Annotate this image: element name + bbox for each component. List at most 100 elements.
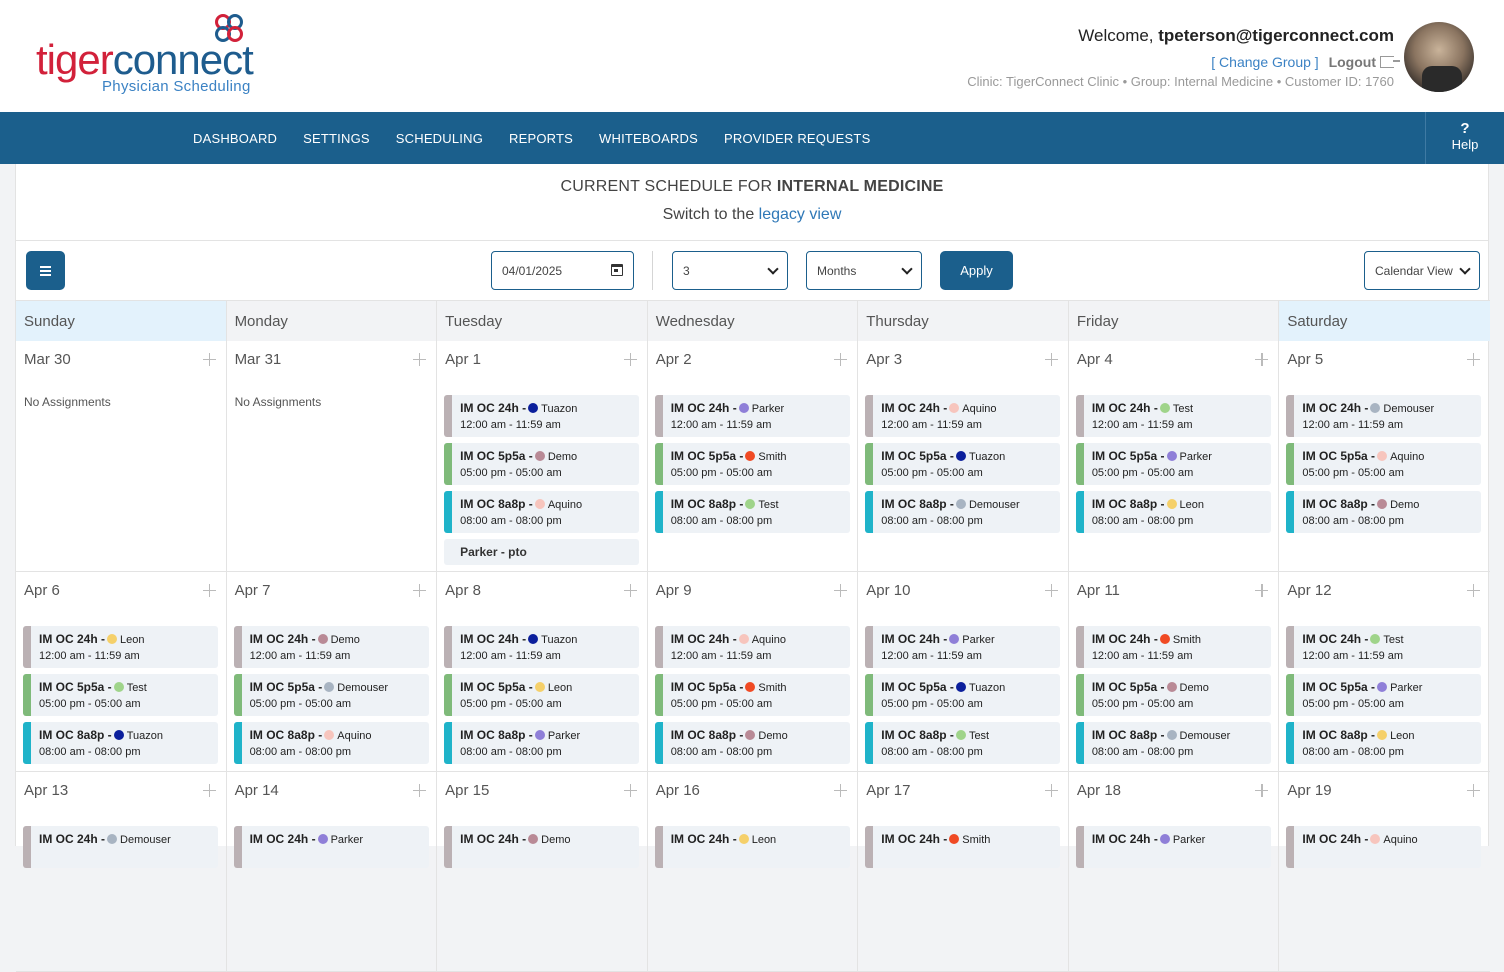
add-assignment-icon[interactable] (834, 353, 848, 366)
shift-assignment[interactable]: IM OC 5p5a - Leon 05:00 pm - 05:00 am (444, 674, 640, 716)
apply-button[interactable]: Apply (940, 251, 1013, 290)
calendar-day[interactable]: Apr 3 IM OC 24h - Aquino 12:00 am - 11:59 a… (858, 341, 1069, 571)
shift-assignment[interactable]: IM OC 5p5a - Demouser 05:00 pm - 05:00 am (233, 674, 429, 716)
shift-assignment[interactable]: IM OC 24h - Demouser 12:00 am - 11:59 am (1286, 395, 1482, 437)
calendar-day[interactable]: Apr 2 IM OC 24h - Parker 12:00 am - 11:59 a… (648, 341, 859, 571)
shift-assignment[interactable]: IM OC 24h - Tuazon 12:00 am - 11:59 am (444, 395, 640, 437)
pto-entry[interactable]: Parker - pto (444, 539, 640, 565)
shift-assignment[interactable]: IM OC 8a8p - Test 08:00 am - 08:00 pm (865, 722, 1061, 764)
shift-assignment[interactable]: IM OC 24h - Parker 12:00 am - 11:59 am (654, 395, 850, 437)
calendar-day[interactable]: Apr 16 IM OC 24h - Leon (648, 772, 859, 971)
shift-assignment[interactable]: IM OC 5p5a - Smith 05:00 pm - 05:00 am (654, 443, 850, 485)
calendar-icon[interactable] (611, 264, 623, 276)
shift-assignment[interactable]: IM OC 8a8p - Test 08:00 am - 08:00 pm (654, 491, 850, 533)
calendar-day[interactable]: Apr 1 IM OC 24h - Tuazon 12:00 am - 11:59 a… (437, 341, 648, 571)
shift-assignment[interactable]: IM OC 5p5a - Tuazon 05:00 pm - 05:00 am (865, 674, 1061, 716)
logout-link[interactable]: Logout (1329, 54, 1376, 70)
add-assignment-icon[interactable] (1255, 353, 1269, 366)
nav-settings[interactable]: SETTINGS (290, 131, 383, 146)
start-date-input[interactable]: 04/01/2025 (491, 251, 634, 290)
add-assignment-icon[interactable] (413, 784, 427, 797)
shift-assignment[interactable]: IM OC 24h - Parker 12:00 am - 11:59 am (865, 626, 1061, 668)
add-assignment-icon[interactable] (202, 353, 216, 366)
shift-assignment[interactable]: IM OC 24h - Parker (1075, 826, 1271, 868)
shift-assignment[interactable]: IM OC 24h - Aquino 12:00 am - 11:59 am (654, 626, 850, 668)
calendar-day[interactable]: Apr 18 IM OC 24h - Parker (1069, 772, 1280, 971)
hamburger-menu-button[interactable] (26, 251, 65, 290)
shift-assignment[interactable]: IM OC 24h - Demo (444, 826, 640, 868)
calendar-day[interactable]: Apr 19 IM OC 24h - Aquino (1279, 772, 1490, 971)
shift-assignment[interactable]: IM OC 24h - Leon (654, 826, 850, 868)
shift-assignment[interactable]: IM OC 8a8p - Leon 08:00 am - 08:00 pm (1286, 722, 1482, 764)
calendar-day[interactable]: Apr 15 IM OC 24h - Demo (437, 772, 648, 971)
tigerconnect-logo[interactable]: tigerconnect Physician Scheduling (36, 12, 256, 102)
add-assignment-icon[interactable] (1466, 784, 1480, 797)
shift-assignment[interactable]: IM OC 24h - Parker (233, 826, 429, 868)
shift-assignment[interactable]: IM OC 5p5a - Demo 05:00 pm - 05:00 am (444, 443, 640, 485)
shift-assignment[interactable]: IM OC 8a8p - Demo 08:00 am - 08:00 pm (1286, 491, 1482, 533)
calendar-day[interactable]: Apr 10 IM OC 24h - Parker 12:00 am - 11:59 … (858, 572, 1069, 771)
add-assignment-icon[interactable] (202, 784, 216, 797)
user-avatar[interactable] (1404, 22, 1474, 92)
count-select[interactable]: 3 (672, 251, 788, 290)
calendar-day[interactable]: Apr 8 IM OC 24h - Tuazon 12:00 am - 11:59 a… (437, 572, 648, 771)
shift-assignment[interactable]: IM OC 8a8p - Demouser 08:00 am - 08:00 pm (865, 491, 1061, 533)
calendar-day[interactable]: Apr 4 IM OC 24h - Test 12:00 am - 11:59 am I… (1069, 341, 1280, 571)
nav-reports[interactable]: REPORTS (496, 131, 586, 146)
shift-assignment[interactable]: IM OC 24h - Test 12:00 am - 11:59 am (1286, 626, 1482, 668)
logout-icon[interactable] (1380, 56, 1400, 68)
calendar-day[interactable]: Apr 9 IM OC 24h - Aquino 12:00 am - 11:59 a… (648, 572, 859, 771)
calendar-day[interactable]: Apr 5 IM OC 24h - Demouser 12:00 am - 11:59… (1279, 341, 1490, 571)
shift-assignment[interactable]: IM OC 24h - Leon 12:00 am - 11:59 am (23, 626, 218, 668)
shift-assignment[interactable]: IM OC 8a8p - Leon 08:00 am - 08:00 pm (1075, 491, 1271, 533)
calendar-day[interactable]: Apr 17 IM OC 24h - Smith (858, 772, 1069, 971)
shift-assignment[interactable]: IM OC 24h - Test 12:00 am - 11:59 am (1075, 395, 1271, 437)
add-assignment-icon[interactable] (413, 584, 427, 597)
shift-assignment[interactable]: IM OC 24h - Demo 12:00 am - 11:59 am (233, 626, 429, 668)
shift-assignment[interactable]: IM OC 24h - Aquino (1286, 826, 1482, 868)
add-assignment-icon[interactable] (1466, 584, 1480, 597)
calendar-day[interactable]: Mar 31 No Assignments (227, 341, 438, 571)
shift-assignment[interactable]: IM OC 5p5a - Parker 05:00 pm - 05:00 am (1075, 443, 1271, 485)
add-assignment-icon[interactable] (623, 353, 637, 366)
shift-assignment[interactable]: IM OC 24h - Tuazon 12:00 am - 11:59 am (444, 626, 640, 668)
add-assignment-icon[interactable] (623, 784, 637, 797)
shift-assignment[interactable]: IM OC 8a8p - Demouser 08:00 am - 08:00 pm (1075, 722, 1271, 764)
calendar-day[interactable]: Apr 11 IM OC 24h - Smith 12:00 am - 11:59 a… (1069, 572, 1280, 771)
add-assignment-icon[interactable] (834, 584, 848, 597)
calendar-day[interactable]: Apr 14 IM OC 24h - Parker (227, 772, 438, 971)
shift-assignment[interactable]: IM OC 5p5a - Parker 05:00 pm - 05:00 am (1286, 674, 1482, 716)
calendar-day[interactable]: Apr 7 IM OC 24h - Demo 12:00 am - 11:59 am I… (227, 572, 438, 771)
help-button[interactable]: ? Help (1425, 112, 1504, 164)
shift-assignment[interactable]: IM OC 24h - Aquino 12:00 am - 11:59 am (865, 395, 1061, 437)
calendar-day[interactable]: Mar 30 No Assignments (16, 341, 227, 571)
shift-assignment[interactable]: IM OC 8a8p - Tuazon 08:00 am - 08:00 pm (23, 722, 218, 764)
calendar-day[interactable]: Apr 6 IM OC 24h - Leon 12:00 am - 11:59 am I… (16, 572, 227, 771)
view-select[interactable]: Calendar View (1364, 251, 1480, 290)
calendar-day[interactable]: Apr 12 IM OC 24h - Test 12:00 am - 11:59 am… (1279, 572, 1490, 771)
add-assignment-icon[interactable] (1466, 353, 1480, 366)
shift-assignment[interactable]: IM OC 8a8p - Aquino 08:00 am - 08:00 pm (233, 722, 429, 764)
legacy-view-link[interactable]: legacy view (759, 206, 842, 223)
shift-assignment[interactable]: IM OC 8a8p - Aquino 08:00 am - 08:00 pm (444, 491, 640, 533)
shift-assignment[interactable]: IM OC 24h - Smith 12:00 am - 11:59 am (1075, 626, 1271, 668)
shift-assignment[interactable]: IM OC 8a8p - Parker 08:00 am - 08:00 pm (444, 722, 640, 764)
add-assignment-icon[interactable] (1044, 784, 1058, 797)
add-assignment-icon[interactable] (202, 584, 216, 597)
unit-select[interactable]: Months (806, 251, 922, 290)
shift-assignment[interactable]: IM OC 5p5a - Aquino 05:00 pm - 05:00 am (1286, 443, 1482, 485)
add-assignment-icon[interactable] (413, 353, 427, 366)
change-group-link[interactable]: [ Change Group ] (1211, 54, 1318, 70)
shift-assignment[interactable]: IM OC 8a8p - Demo 08:00 am - 08:00 pm (654, 722, 850, 764)
shift-assignment[interactable]: IM OC 5p5a - Smith 05:00 pm - 05:00 am (654, 674, 850, 716)
shift-assignment[interactable]: IM OC 24h - Demouser (23, 826, 218, 868)
add-assignment-icon[interactable] (834, 784, 848, 797)
add-assignment-icon[interactable] (623, 584, 637, 597)
shift-assignment[interactable]: IM OC 5p5a - Tuazon 05:00 pm - 05:00 am (865, 443, 1061, 485)
add-assignment-icon[interactable] (1255, 784, 1269, 797)
shift-assignment[interactable]: IM OC 5p5a - Demo 05:00 pm - 05:00 am (1075, 674, 1271, 716)
shift-assignment[interactable]: IM OC 24h - Smith (865, 826, 1061, 868)
nav-scheduling[interactable]: SCHEDULING (383, 131, 496, 146)
nav-dashboard[interactable]: DASHBOARD (180, 131, 290, 146)
shift-assignment[interactable]: IM OC 5p5a - Test 05:00 pm - 05:00 am (23, 674, 218, 716)
